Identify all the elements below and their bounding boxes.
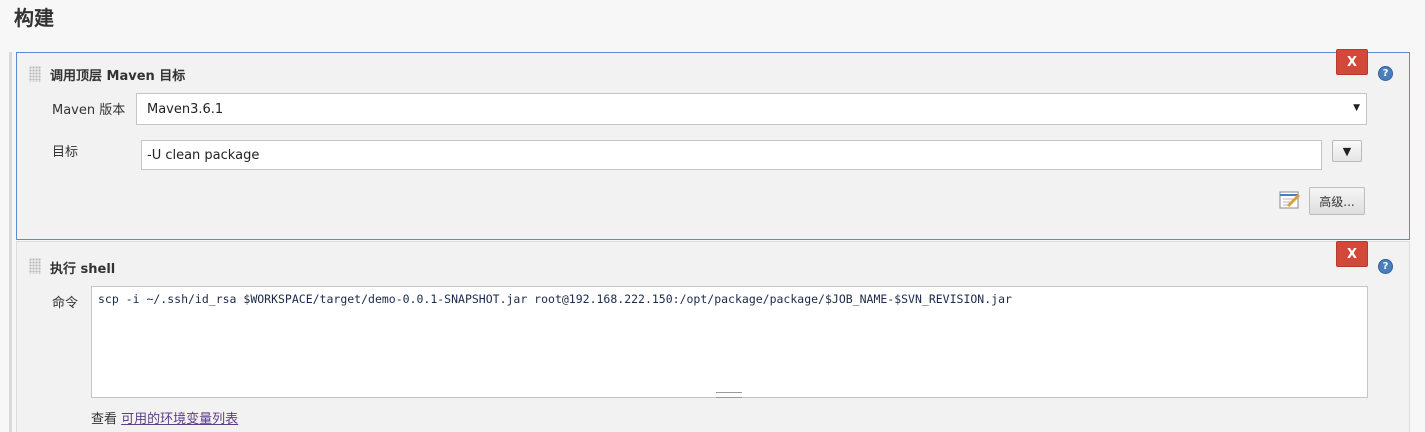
maven-step-title: 调用顶层 Maven 目标 — [50, 69, 186, 84]
shell-build-step: 执行 shell X ? 命令 scp -i ~/.ssh/id_rsa $WO… — [16, 241, 1410, 432]
shell-help-icon[interactable]: ? — [1378, 259, 1393, 274]
delete-shell-step-button[interactable]: X — [1336, 241, 1368, 267]
drag-handle-icon[interactable] — [29, 258, 41, 274]
maven-version-value: Maven3.6.1 — [147, 101, 224, 117]
env-vars-hint: 查看 可用的环境变量列表 — [91, 408, 238, 427]
shell-step-title: 执行 shell — [50, 262, 116, 277]
goals-input[interactable]: -U clean package — [141, 140, 1322, 170]
goals-label: 目标 — [52, 145, 79, 160]
advanced-button[interactable]: 高级... — [1309, 187, 1365, 215]
maven-version-label: Maven 版本 — [52, 103, 126, 118]
view-prefix: 查看 — [91, 412, 118, 427]
delete-maven-step-button[interactable]: X — [1336, 49, 1368, 75]
textarea-resize-handle[interactable] — [716, 392, 742, 398]
command-label: 命令 — [52, 296, 79, 311]
dropdown-arrow-icon: ▼ — [1353, 103, 1360, 113]
section-title: 构建 — [14, 6, 54, 30]
notepad-icon[interactable] — [1279, 190, 1301, 210]
goals-value: -U clean package — [147, 147, 260, 163]
maven-build-step: 调用顶层 Maven 目标 X ? Maven 版本 Maven3.6.1 ▼ … — [16, 49, 1410, 240]
maven-help-icon[interactable]: ? — [1378, 66, 1393, 81]
expand-goals-button[interactable]: ▼ — [1332, 140, 1362, 162]
section-left-border — [9, 52, 12, 432]
maven-version-select[interactable]: Maven3.6.1 ▼ — [136, 93, 1367, 125]
command-textarea[interactable]: scp -i ~/.ssh/id_rsa $WORKSPACE/target/d… — [91, 286, 1368, 398]
env-vars-link[interactable]: 可用的环境变量列表 — [121, 412, 238, 427]
drag-handle-icon[interactable] — [29, 66, 41, 82]
